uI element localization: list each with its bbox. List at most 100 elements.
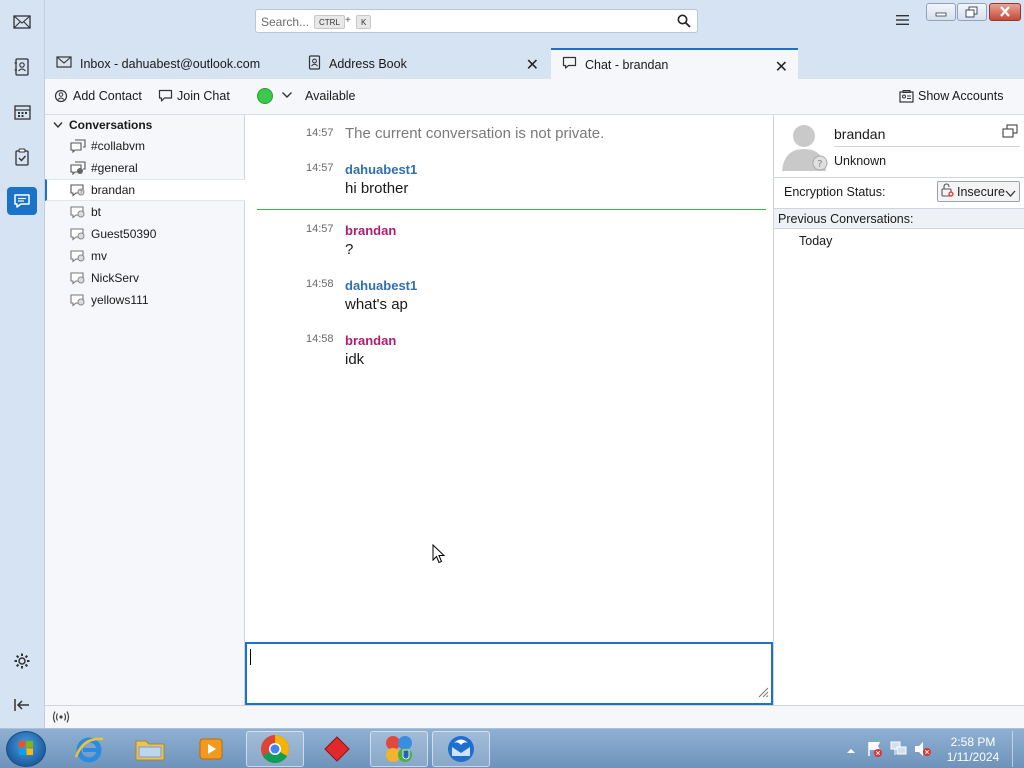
app-menu-icon[interactable] [896,14,909,29]
search-icon[interactable] [677,14,691,31]
message-sender[interactable]: brandan [345,223,396,238]
svg-text:?: ? [817,159,822,170]
message-time: 14:57 [306,223,334,235]
conversation-label: #general [91,161,138,175]
internet-explorer-icon [74,737,104,763]
folder-icon [135,740,165,761]
message-sender[interactable]: dahuabest1 [345,278,417,293]
message-sender[interactable]: dahuabest1 [345,162,417,177]
conversation-item-brandan[interactable]: ? brandan [45,179,245,201]
mail-space-button[interactable] [7,8,37,36]
conversation-item-yellows111[interactable]: yellows111 [45,289,245,311]
close-tab-icon[interactable]: ✕ [526,55,539,75]
calendar-space-button[interactable] [7,98,37,126]
taskbar-clock[interactable]: 2:58 PM 1/11/2024 [941,735,1005,765]
conversation-label: NickServ [91,271,140,285]
add-contact-button[interactable]: Add Contact [54,89,142,103]
address-book-space-button[interactable] [7,53,37,81]
message-text: hi brother [345,180,409,197]
conversations-header[interactable]: Conversations [53,118,152,132]
chat-space-button[interactable] [7,187,37,215]
unread-divider [257,209,766,210]
search-input[interactable]: Search... CTRL + K [255,9,698,33]
conversation-item-collabvm[interactable]: #collabvm [45,135,245,157]
online-status-icon[interactable] [52,710,70,727]
text-caret [250,649,251,665]
unlocked-icon [941,183,954,200]
taskbar-thunderbird[interactable] [432,731,490,767]
conversation-label: Guest50390 [91,227,157,241]
avatar: ? [780,121,830,176]
tab-address-book[interactable]: Address Book ✕ [297,48,549,79]
previous-conversation-item[interactable]: Today [799,234,832,248]
red-diamond-app-icon [324,736,350,762]
conversation-item-guest50390[interactable]: Guest50390 [45,223,245,245]
status-indicator-icon[interactable] [257,88,273,104]
status-label: Available [305,89,356,103]
conversation-item-bt[interactable]: bt [45,201,245,223]
message-input[interactable] [245,642,773,705]
chrome-icon [261,735,289,763]
conversation-item-general[interactable]: #general [45,157,245,179]
taskbar-chrome[interactable] [246,731,304,767]
add-contact-icon [54,89,68,103]
taskbar-app-diamond[interactable] [308,731,366,767]
message-sender[interactable]: brandan [345,333,396,348]
conversation-item-mv[interactable]: mv [45,245,245,267]
close-window-button[interactable] [989,3,1021,21]
message-time: 14:57 [306,162,334,174]
chat-toolbar: Add Contact Join Chat Available Show Acc… [45,79,1024,115]
media-player-icon [199,738,223,760]
join-chat-label: Join Chat [177,89,230,103]
show-desktop-button[interactable] [1012,731,1024,767]
conversation-item-nickserv[interactable]: NickServ [45,267,245,289]
encryption-status-label: Encryption Status: [784,185,886,199]
tasks-space-button[interactable] [7,143,37,171]
action-center-icon[interactable] [867,740,883,761]
tab-chat-brandan[interactable]: Chat - brandan ✕ [551,48,798,79]
minimize-button[interactable] [926,3,956,21]
join-chat-button[interactable]: Join Chat [158,89,230,103]
shortcut-ctrl-key: CTRL [314,15,345,29]
taskbar-media-player[interactable] [182,731,240,767]
tasks-icon [15,148,29,166]
collapse-spaces-button[interactable] [7,691,37,719]
show-accounts-button[interactable]: Show Accounts [899,89,1003,103]
address-book-icon [308,54,321,73]
chat-bubble-icon [562,56,577,73]
tab-inbox-label: Inbox - dahuabest@outlook.com [80,56,261,71]
conversation-label: bt [91,205,102,219]
accounts-icon [899,89,914,103]
status-bar [45,705,1024,728]
encryption-status-dropdown[interactable]: Insecure [937,181,1020,202]
windows-logo-icon [19,741,33,755]
network-icon[interactable] [890,741,908,760]
chat-icon [14,194,30,208]
show-accounts-label: Show Accounts [918,89,1004,103]
volume-muted-icon[interactable] [914,741,932,760]
taskbar-file-explorer[interactable] [121,731,179,767]
taskbar-control-panel[interactable] [370,731,428,767]
chevron-down-icon[interactable] [281,89,293,104]
mail-icon [13,15,31,29]
restore-button[interactable] [957,3,987,21]
join-chat-icon [158,89,173,102]
taskbar-internet-explorer[interactable] [60,731,118,767]
start-button[interactable] [6,731,46,767]
contact-chat-icon [70,293,86,310]
close-tab-icon[interactable]: ✕ [775,57,788,77]
chevron-down-icon [53,122,63,129]
chevron-down-icon [1005,187,1016,201]
message-text: idk [345,351,365,368]
resize-grip-icon[interactable] [757,686,769,701]
settings-space-button[interactable] [7,647,37,675]
message-time: 14:58 [306,278,334,290]
conversations-pane: Conversations #collabvm #general ? brand… [45,115,245,705]
tab-inbox[interactable]: Inbox - dahuabest@outlook.com [45,48,295,79]
status-selector[interactable]: Available [305,89,356,103]
show-hidden-icons-icon[interactable] [846,744,856,758]
open-in-new-window-icon[interactable] [1002,124,1018,141]
divider [834,146,1020,147]
shortcut-plus: + [345,15,351,26]
tab-address-book-label: Address Book [329,56,407,71]
